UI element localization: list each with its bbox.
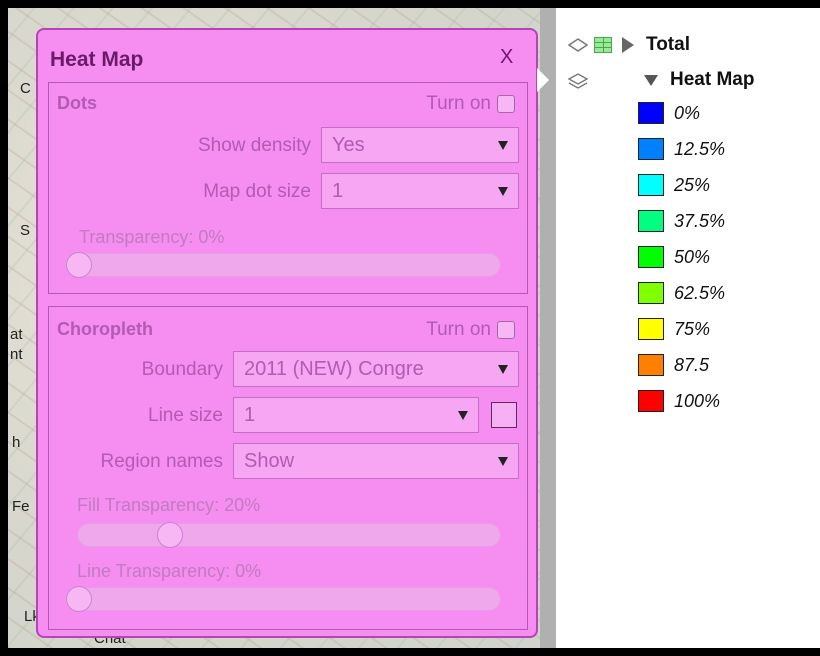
layer-visibility-icon[interactable] (568, 38, 588, 52)
legend-label: 12.5% (674, 138, 726, 159)
map-label: Fe (12, 498, 30, 515)
dots-turn-on-checkbox[interactable] (497, 95, 515, 113)
layer-row-total[interactable]: Total (568, 34, 690, 56)
dropdown-caret-icon (498, 457, 508, 466)
transparency-caption: Transparency: 0% (79, 227, 224, 248)
map-label: h (12, 434, 21, 451)
choropleth-section-title: Choropleth (57, 319, 153, 339)
layer-label-total[interactable]: Total (646, 34, 690, 56)
dropdown-caret-icon (458, 411, 468, 420)
layer-row-heat-map[interactable]: Heat Map (568, 69, 754, 91)
dots-turn-on-label: Turn on (426, 93, 491, 114)
legend-label: 75% (674, 318, 711, 339)
legend-label: 62.5% (674, 282, 726, 303)
close-button[interactable]: X (500, 46, 513, 69)
legend-swatch (638, 282, 664, 304)
legend-item: 37.5% (638, 210, 725, 232)
region-names-value: Show (244, 450, 295, 472)
choropleth-section: Choropleth Turn on Boundary 2011 (NEW) C… (48, 306, 528, 630)
legend-swatch (638, 210, 664, 232)
dot-size-label: Map dot size (203, 181, 311, 202)
map-label: C (20, 80, 31, 97)
legend-item: 12.5% (638, 138, 725, 160)
line-transparency-slider-handle[interactable] (66, 586, 92, 612)
map-label: at (10, 326, 23, 343)
line-transparency-caption: Line Transparency: 0% (77, 561, 261, 582)
boundary-select[interactable]: 2011 (NEW) Congre (233, 351, 519, 387)
legend-swatch (638, 246, 664, 268)
line-color-picker[interactable] (491, 402, 517, 428)
map-label: S (20, 222, 31, 239)
boundary-value: 2011 (NEW) Congre (244, 358, 424, 380)
legend-item: 25% (638, 174, 710, 196)
legend-item: 100% (638, 390, 720, 412)
dropdown-caret-icon (498, 187, 508, 196)
table-grid-icon[interactable] (594, 37, 612, 53)
show-density-label: Show density (197, 135, 311, 156)
legend-item: 62.5% (638, 282, 725, 304)
legend-label: 37.5% (674, 210, 726, 231)
legend-item: 0% (638, 102, 700, 124)
fill-transparency-caption: Fill Transparency: 20% (77, 495, 260, 516)
legend-swatch (638, 138, 664, 160)
choropleth-turn-on-label: Turn on (426, 319, 491, 340)
legend-swatch (638, 174, 664, 196)
layer-label-heat-map[interactable]: Heat Map (670, 69, 754, 91)
line-size-value: 1 (244, 404, 256, 426)
transparency-slider-handle[interactable] (66, 252, 92, 278)
dialog-pointer (537, 68, 549, 92)
fill-transparency-slider[interactable] (77, 522, 501, 548)
show-density-select[interactable]: Yes (321, 127, 519, 163)
dialog-title: Heat Map (50, 48, 144, 71)
collapse-arrow-icon[interactable] (644, 74, 658, 86)
legend-swatch (638, 318, 664, 340)
legend-swatch (638, 102, 664, 124)
dropdown-caret-icon (498, 141, 508, 150)
dot-size-select[interactable]: 1 (321, 173, 519, 209)
expand-arrow-icon[interactable] (622, 37, 634, 53)
map-divider-scrollbar[interactable] (540, 8, 556, 648)
legend-label: 87.5 (674, 354, 710, 375)
app-frame: C S at nt h Fe Lk Chat Total Heat Map 0%… (8, 8, 820, 648)
fill-transparency-label: Fill Transparency: (77, 495, 220, 515)
dropdown-caret-icon (498, 365, 508, 374)
layer-stack-icon[interactable] (568, 73, 588, 89)
legend-item: 87.5 (638, 354, 709, 376)
fill-transparency-value: 20% (224, 495, 261, 515)
line-transparency-value: 0% (235, 561, 262, 581)
legend-item: 50% (638, 246, 710, 268)
region-names-select[interactable]: Show (233, 443, 519, 479)
legend-label: 50% (674, 246, 711, 267)
heat-map-dialog: Heat Map X Dots Turn on Show density Yes… (36, 28, 538, 638)
dot-size-value: 1 (332, 180, 344, 202)
transparency-label: Transparency: (79, 227, 194, 247)
line-transparency-slider[interactable] (65, 586, 501, 612)
transparency-slider[interactable] (65, 252, 501, 278)
legend-swatch (638, 390, 664, 412)
line-size-label: Line size (148, 405, 223, 426)
dots-section-title: Dots (57, 93, 97, 113)
layer-panel: Total Heat Map 0% 12.5% 25% 37.5% 50% 62.5% 75… (556, 8, 820, 648)
transparency-value: 0% (198, 227, 225, 247)
legend-label: 100% (674, 390, 721, 411)
fill-transparency-slider-handle[interactable] (157, 522, 184, 548)
legend-item: 75% (638, 318, 710, 340)
choropleth-turn-on-checkbox[interactable] (497, 321, 515, 339)
legend-label: 25% (674, 174, 711, 195)
region-names-label: Region names (100, 451, 223, 472)
dots-section: Dots Turn on Show density Yes Map dot si… (48, 82, 528, 294)
legend-label: 0% (674, 102, 701, 123)
line-transparency-label: Line Transparency: (77, 561, 231, 581)
show-density-value: Yes (332, 134, 365, 156)
legend-swatch (638, 354, 664, 376)
boundary-label: Boundary (141, 359, 223, 380)
line-size-select[interactable]: 1 (233, 397, 479, 433)
map-label: nt (10, 346, 23, 363)
